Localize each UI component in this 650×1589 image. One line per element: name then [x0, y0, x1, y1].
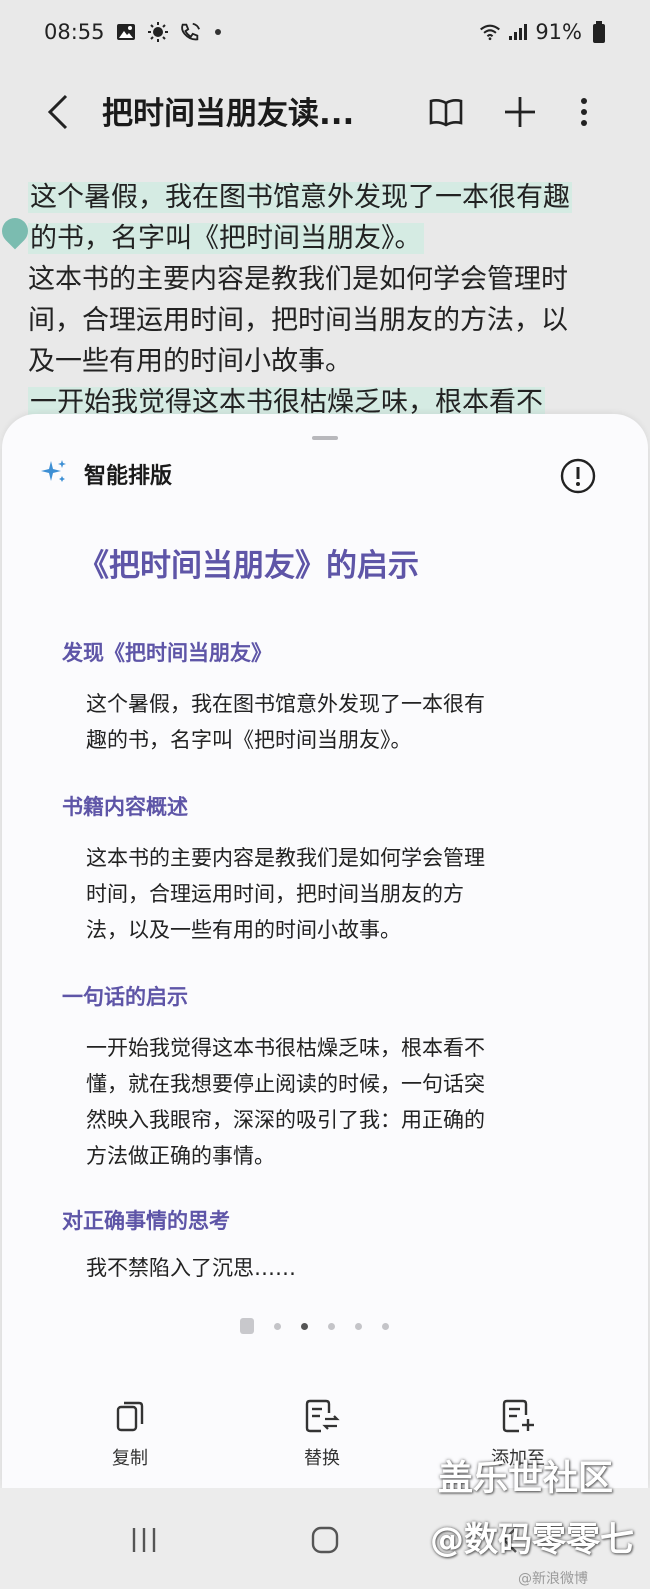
add-icon[interactable] — [496, 88, 544, 136]
section-text: 这本书的主要内容是教我们是如何学会管理 — [86, 846, 485, 870]
wifi-icon — [479, 21, 501, 43]
more-icon[interactable] — [560, 88, 608, 136]
status-bar: 08:55 91% — [0, 0, 650, 64]
section-text: 法，以及一些有用的时间小故事。 — [86, 918, 401, 942]
section-overview: 书籍内容概述 这本书的主要内容是教我们是如何学会管理 时间，合理运用时间，把时间… — [62, 790, 602, 948]
section-heading: 发现《把时间当朋友》 — [62, 641, 272, 665]
page-indicator-home[interactable] — [240, 1318, 254, 1334]
copy-label: 复制 — [112, 1448, 148, 1469]
replace-label: 替换 — [304, 1448, 340, 1469]
signal-icon — [507, 21, 529, 43]
wifi-call-icon — [179, 21, 201, 43]
battery-percent: 91% — [535, 20, 582, 44]
document-line: 的书，名字叫《把时间当朋友》。 — [28, 223, 424, 254]
brightness-icon — [147, 21, 169, 43]
section-text: 我不禁陷入了沉思…… — [86, 1256, 296, 1280]
section-reflection: 对正确事情的思考 我不禁陷入了沉思…… — [62, 1204, 602, 1286]
add-to-note-icon — [458, 1394, 578, 1438]
section-text: 这个暑假，我在图书馆意外发现了一本很有 — [86, 692, 485, 716]
section-text: 方法做正确的事情。 — [86, 1144, 275, 1168]
back-icon[interactable] — [36, 86, 80, 138]
replace-icon — [262, 1394, 382, 1438]
sparkle-icon — [40, 458, 68, 490]
gallery-icon — [115, 21, 137, 43]
page-indicator[interactable] — [240, 1318, 389, 1334]
sheet-header: 智能排版 — [40, 458, 172, 490]
section-text: 一开始我觉得这本书很枯燥乏味，根本看不 — [86, 1036, 485, 1060]
watermark-weibo: @新浪微博 — [518, 1571, 588, 1587]
app-bar: 把时间当朋友读... — [0, 72, 650, 152]
page-dot[interactable] — [355, 1322, 362, 1330]
status-time: 08:55 — [44, 20, 105, 44]
replace-button[interactable]: 替换 — [262, 1394, 382, 1470]
document-line: 这本书的主要内容是教我们是如何学会管理时 — [28, 264, 568, 295]
sheet-drag-handle[interactable] — [312, 436, 338, 440]
smart-format-sheet: 智能排版 《把时间当朋友》的启示 发现《把时间当朋友》 这个暑假，我在图书馆意外… — [2, 414, 648, 1488]
section-text: 时间，合理运用时间，把时间当朋友的方 — [86, 882, 464, 906]
section-heading: 一句话的启示 — [62, 985, 188, 1009]
section-text: 懂，就在我想要停止阅读的时候，一句话突 — [86, 1072, 485, 1096]
reader-mode-icon[interactable] — [422, 88, 470, 136]
section-heading: 书籍内容概述 — [62, 795, 188, 819]
page-dot[interactable] — [274, 1322, 281, 1330]
watermark-author: @数码零零七 — [430, 1520, 634, 1560]
battery-icon — [588, 21, 610, 43]
formatted-main-title: 《把时间当朋友》的启示 — [78, 548, 419, 584]
watermark-community: 盖乐世社区 — [438, 1459, 614, 1499]
section-text: 然映入我眼帘，深深的吸引了我：用正确的 — [86, 1108, 485, 1132]
section-heading: 对正确事情的思考 — [62, 1209, 230, 1233]
page-dot[interactable] — [328, 1322, 335, 1330]
page-dot-active[interactable] — [301, 1322, 308, 1330]
document-line: 及一些有用的时间小故事。 — [28, 346, 352, 377]
note-title: 把时间当朋友读... — [102, 96, 355, 132]
copy-icon — [70, 1394, 190, 1438]
page-dot[interactable] — [382, 1322, 389, 1330]
recent-apps-icon[interactable] — [122, 1518, 166, 1562]
section-insight: 一句话的启示 一开始我觉得这本书很枯燥乏味，根本看不 懂，就在我想要停止阅读的时… — [62, 980, 602, 1174]
info-icon[interactable] — [560, 458, 596, 494]
sheet-title: 智能排版 — [84, 464, 173, 489]
copy-button[interactable]: 复制 — [70, 1394, 190, 1470]
document-line: 间，合理运用时间，把时间当朋友的方法，以 — [28, 305, 568, 336]
home-icon[interactable] — [303, 1518, 347, 1562]
section-discovery: 发现《把时间当朋友》 这个暑假，我在图书馆意外发现了一本很有 趣的书，名字叫《把… — [62, 636, 602, 758]
section-text: 趣的书，名字叫《把时间当朋友》。 — [86, 728, 412, 752]
notification-dot — [214, 29, 221, 35]
document-line: 这个暑假，我在图书馆意外发现了一本很有趣 — [28, 182, 572, 213]
